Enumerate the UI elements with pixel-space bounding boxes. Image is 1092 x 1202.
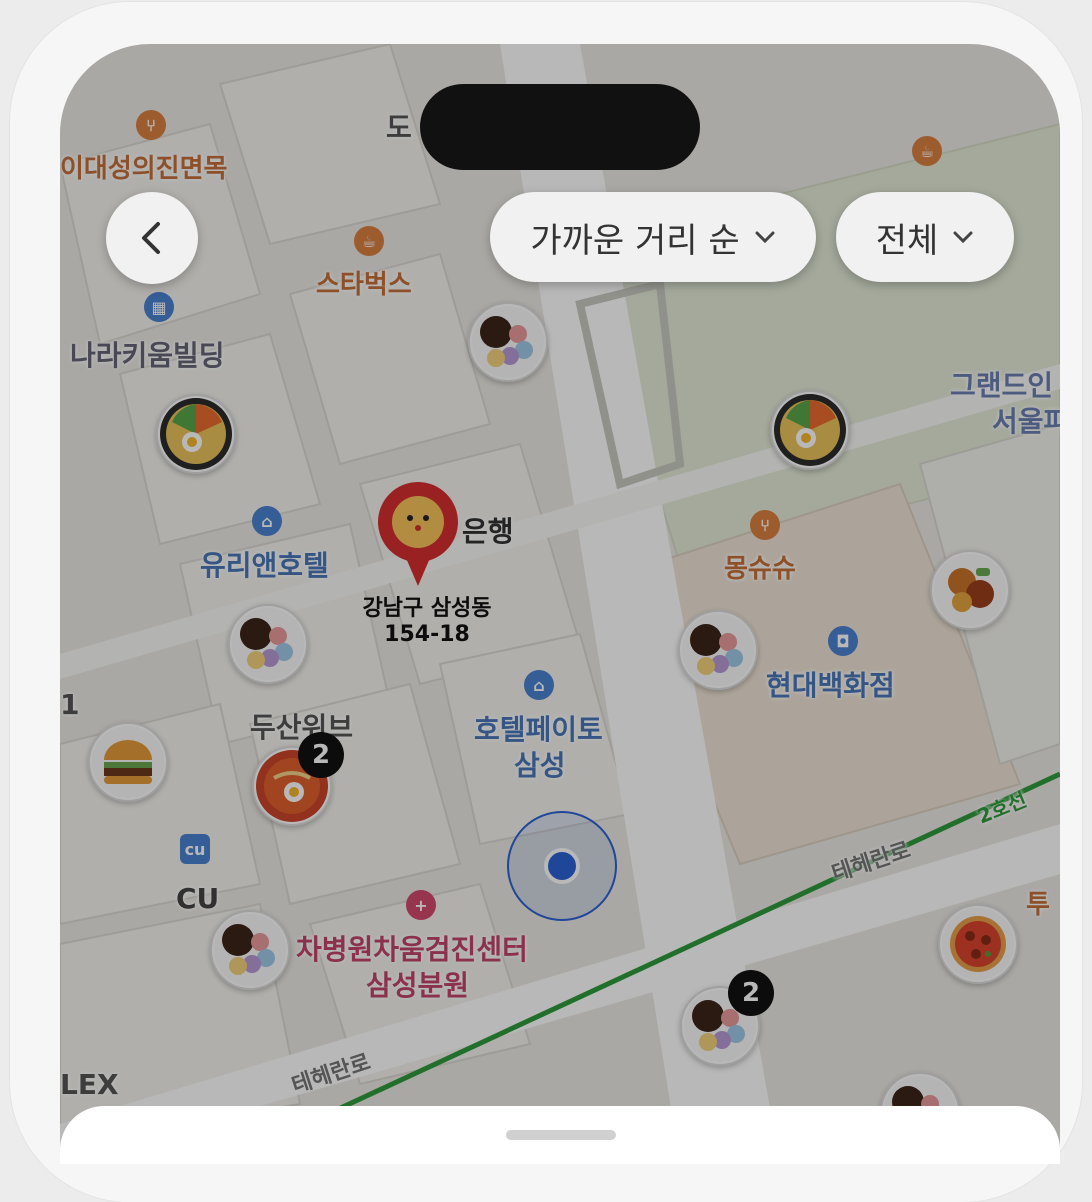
chevron-left-icon — [142, 222, 160, 254]
map-screen[interactable]: ⑂ 이대성의진면목 도 ☕ 스타벅스 ☕ ▦ 나라키움빌딩 그랜드인 서울파 은… — [60, 44, 1060, 1164]
chevron-down-icon — [953, 231, 973, 244]
filter-dropdown[interactable]: 전체 — [836, 192, 1014, 282]
sort-dropdown-label: 가까운 거리 순 — [530, 220, 740, 261]
chevron-down-icon — [755, 231, 775, 244]
bottom-sheet[interactable] — [60, 1106, 1060, 1164]
sort-dropdown[interactable]: 가까운 거리 순 — [490, 192, 816, 282]
camera-notch — [420, 84, 700, 170]
back-button[interactable] — [106, 192, 198, 284]
filter-dropdown-label: 전체 — [875, 220, 939, 261]
phone-frame: ⑂ 이대성의진면목 도 ☕ 스타벅스 ☕ ▦ 나라키움빌딩 그랜드인 서울파 은… — [10, 2, 1082, 1202]
